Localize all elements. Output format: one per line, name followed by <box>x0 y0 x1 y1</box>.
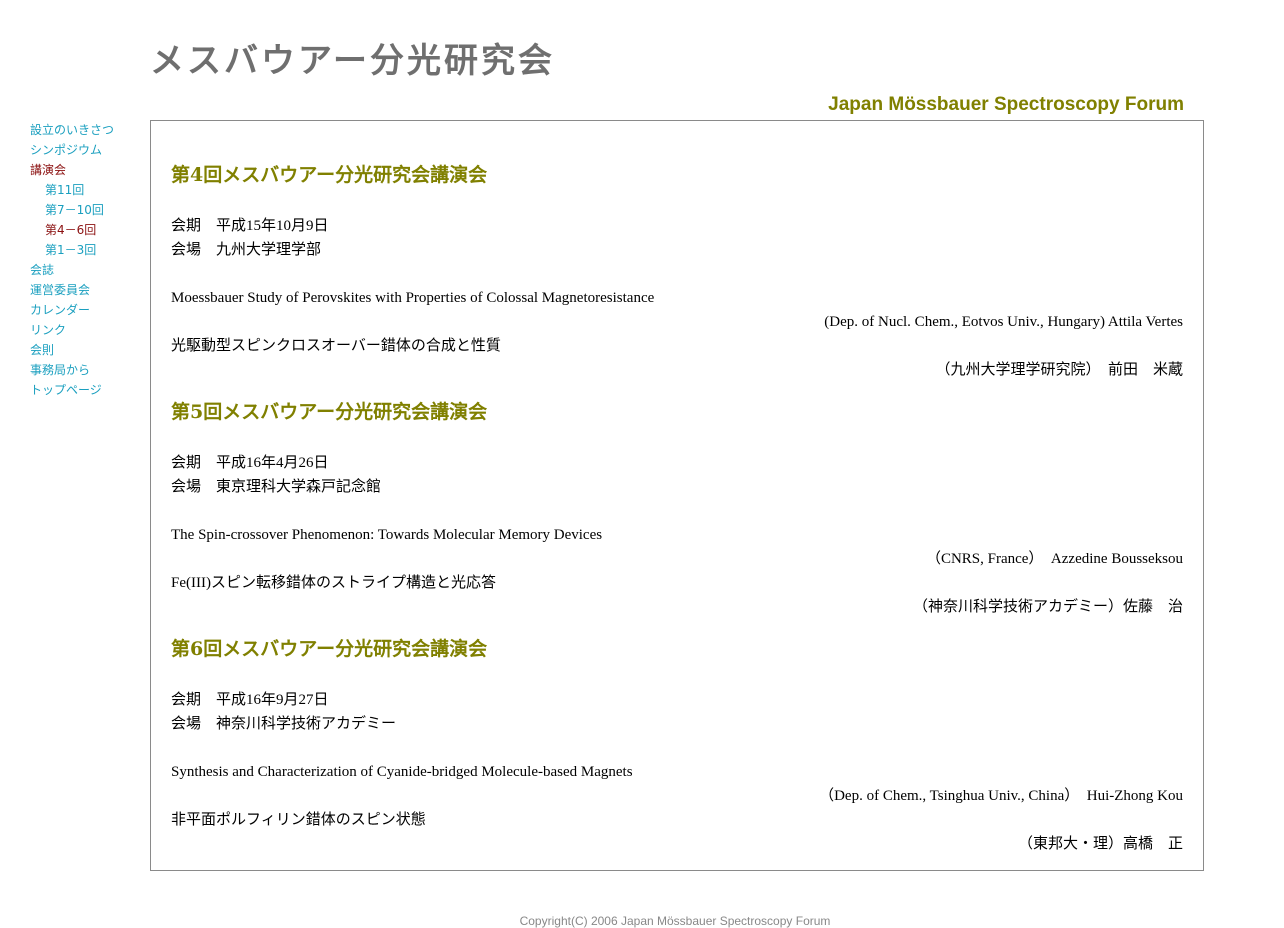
lecture-date: 会期 平成16年9月27日 <box>171 692 329 708</box>
nav-item-lectures[interactable]: 講演会 <box>30 160 145 180</box>
nav-item-bylaws[interactable]: 会則 <box>30 340 145 360</box>
talk-author: （Dep. of Chem., Tsinghua Univ., China） H… <box>819 788 1183 804</box>
talk-title: Moessbauer Study of Perovskites with Pro… <box>171 290 655 306</box>
talk-list: The Spin-crossover Phenomenon: Towards M… <box>171 523 1183 619</box>
nav-item-calendar[interactable]: カレンダー <box>30 300 145 320</box>
talk-author: （神奈川科学技術アカデミー）佐藤 治 <box>912 599 1183 615</box>
nav-subitem-lecture-4-6[interactable]: 第4－6回 <box>30 220 145 240</box>
lecture-venue: 会場 東京理科大学森戸記念館 <box>171 479 382 495</box>
lecture-venue: 会場 九州大学理学部 <box>171 242 322 258</box>
lecture-meta: 会期 平成16年4月26日 会場 東京理科大学森戸記念館 <box>171 451 1183 499</box>
talk-title: Synthesis and Characterization of Cyanid… <box>171 764 633 780</box>
talk-list: Synthesis and Characterization of Cyanid… <box>171 760 1183 856</box>
nav-subitem-lecture-1-3[interactable]: 第1－3回 <box>30 240 145 260</box>
talk-author: (Dep. of Nucl. Chem., Eotvos Univ., Hung… <box>824 314 1183 330</box>
site-title: メスバウアー分光研究会 <box>150 41 555 81</box>
lecture-date: 会期 平成16年4月26日 <box>171 455 329 471</box>
talk-author: （九州大学理学研究院） 前田 米蔵 <box>935 362 1183 378</box>
talk-title: 非平面ポルフィリン錯体のスピン状態 <box>171 812 426 828</box>
lecture-section-5: 第5回メスバウアー分光研究会講演会 会期 平成16年4月26日 会場 東京理科大… <box>171 397 1183 619</box>
nav-item-top-page[interactable]: トップページ <box>30 380 145 400</box>
content-panel: 第4回メスバウアー分光研究会講演会 会期 平成15年10月9日 会場 九州大学理… <box>150 120 1204 871</box>
talk-title: Fe(III)スピン転移錯体のストライプ構造と光応答 <box>171 575 496 591</box>
site-subtitle: Japan Mössbauer Spectroscopy Forum <box>828 94 1184 115</box>
nav-item-links[interactable]: リンク <box>30 320 145 340</box>
lecture-section-6: 第6回メスバウアー分光研究会講演会 会期 平成16年9月27日 会場 神奈川科学… <box>171 634 1183 856</box>
nav-item-journal[interactable]: 会誌 <box>30 260 145 280</box>
talk-list: Moessbauer Study of Perovskites with Pro… <box>171 286 1183 382</box>
lecture-section-4: 第4回メスバウアー分光研究会講演会 会期 平成15年10月9日 会場 九州大学理… <box>171 160 1183 382</box>
nav-item-office-news[interactable]: 事務局から <box>30 360 145 380</box>
footer-copyright: Copyright(C) 2006 Japan Mössbauer Spectr… <box>519 914 831 928</box>
talk-author: （東邦大・理）高橋 正 <box>1017 836 1183 852</box>
talk-title: 光駆動型スピンクロスオーバー錯体の合成と性質 <box>171 338 501 354</box>
section-heading: 第4回メスバウアー分光研究会講演会 <box>171 164 488 186</box>
section-heading: 第5回メスバウアー分光研究会講演会 <box>171 401 488 423</box>
nav-item-symposium[interactable]: シンポジウム <box>30 140 145 160</box>
lecture-date: 会期 平成15年10月9日 <box>171 218 329 234</box>
lecture-meta: 会期 平成15年10月9日 会場 九州大学理学部 <box>171 214 1183 262</box>
nav-item-steering-committee[interactable]: 運営委員会 <box>30 280 145 300</box>
section-heading: 第6回メスバウアー分光研究会講演会 <box>171 638 488 660</box>
lecture-venue: 会場 神奈川科学技術アカデミー <box>171 716 397 732</box>
lecture-meta: 会期 平成16年9月27日 会場 神奈川科学技術アカデミー <box>171 688 1183 736</box>
nav-subitem-lecture-11[interactable]: 第11回 <box>30 180 145 200</box>
nav-item-founding-history[interactable]: 設立のいきさつ <box>30 120 145 140</box>
talk-title: The Spin-crossover Phenomenon: Towards M… <box>171 527 603 543</box>
side-navigation: 設立のいきさつ シンポジウム 講演会 第11回 第7－10回 第4－6回 第1－… <box>30 120 145 400</box>
nav-subitem-lecture-7-10[interactable]: 第7－10回 <box>30 200 145 220</box>
talk-author: （CNRS, France） Azzedine Bousseksou <box>925 551 1183 567</box>
